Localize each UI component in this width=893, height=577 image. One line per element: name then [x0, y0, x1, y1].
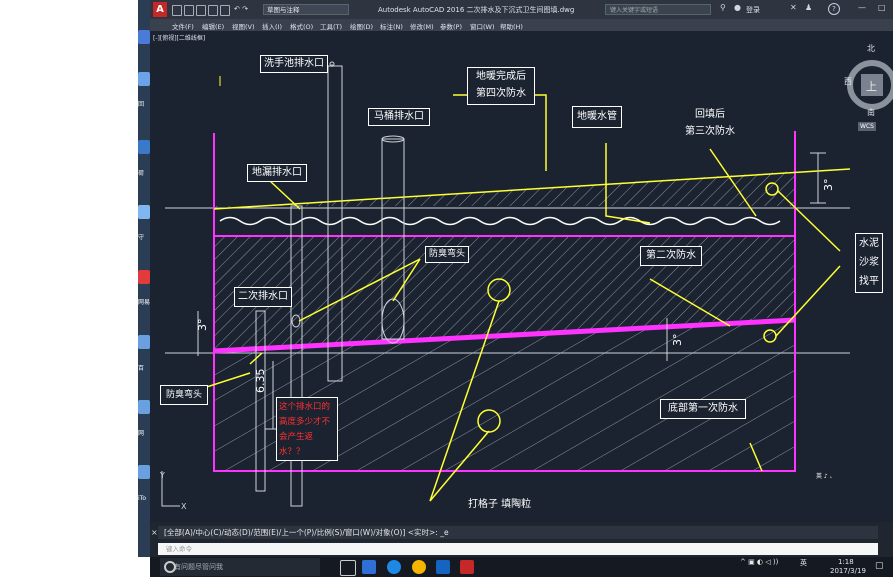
binoculars-icon[interactable]: ⚲ — [720, 3, 726, 12]
leader-fourth-waterproof — [453, 94, 547, 171]
label-basin-drain: 洗手池排水口 — [260, 55, 328, 73]
close-icon[interactable]: × — [151, 528, 158, 537]
ucs-y: Y — [159, 471, 165, 480]
ucs-x: X — [181, 502, 187, 511]
clock-date[interactable]: 2017/3/19 — [830, 567, 866, 575]
app-icon[interactable] — [362, 560, 376, 574]
minimize-button[interactable]: — — [858, 3, 866, 12]
maximize-button[interactable]: □ — [878, 3, 886, 12]
ime-status[interactable]: 英 ♪ 、 — [816, 471, 836, 480]
desktop-shortcut-icon[interactable] — [138, 335, 150, 349]
tray-icons[interactable]: ^ ▣ ◐ ◁ )) — [740, 558, 778, 566]
slope-label-left: 3° — [196, 318, 209, 332]
slope-label-top: 3° — [822, 178, 835, 192]
notification-icon[interactable]: ▢ — [875, 561, 884, 571]
menu-bar: 文件(F) 编辑(E) 视图(V) 插入(I) 格式(O) 工具(T) 绘图(D… — [150, 19, 893, 31]
viewcube-north: 北 — [867, 44, 875, 53]
question-note: 这个排水口的高度多少才不会产生返水？？ — [276, 397, 338, 461]
autocad-taskbar-icon[interactable] — [460, 560, 474, 574]
open-file-icon[interactable] — [184, 5, 194, 16]
title-bar: A ↶ ↷ 草图与注释 Autodesk AutoCAD 2016 二次排水及下… — [150, 0, 893, 19]
label-second-waterproof: 第二次防水 — [640, 246, 702, 266]
label-tile: 打格子 填陶粒 — [468, 499, 532, 510]
slope-label-mid: 3° — [671, 333, 684, 347]
menu-edit[interactable]: 编辑(E) — [202, 21, 224, 31]
windows-start-icon[interactable]: ⊞ — [138, 561, 146, 572]
desktop-shortcut-icon[interactable] — [138, 205, 150, 219]
clock-time[interactable]: 1:18 — [838, 558, 854, 566]
taskbar: ⊞ 有问题尽管问我 ^ ▣ ◐ ◁ )) 英 1:18 2017/3/19 ▢ — [138, 557, 893, 577]
label-third-waterproof: 回填后 第三次防水 — [680, 105, 740, 145]
command-panel: × [全部(A)/中心(C)/动态(D)/范围(E)/上一个(P)/比例(S)/… — [150, 522, 893, 557]
itools-icon[interactable] — [138, 465, 150, 479]
menu-draw[interactable]: 绘图(D) — [350, 21, 373, 31]
menu-tools[interactable]: 工具(T) — [320, 21, 342, 31]
help-button[interactable]: ? — [828, 3, 840, 15]
menu-dimension[interactable]: 标注(N) — [380, 21, 403, 31]
exchange-icon[interactable]: ✕ — [790, 3, 797, 12]
desktop-icon-strip: 回 荷 守 网易 百 网 iTo — [138, 0, 150, 557]
ie-icon[interactable] — [387, 560, 401, 574]
sign-in-button[interactable]: 登录 — [746, 5, 760, 15]
account-icon[interactable]: ♟ — [805, 3, 812, 12]
viewcube-top[interactable]: 上 — [866, 78, 877, 94]
task-view-icon[interactable] — [340, 560, 356, 576]
save-as-icon[interactable] — [208, 5, 218, 16]
menu-format[interactable]: 格式(O) — [290, 21, 313, 31]
menu-window[interactable]: 窗口(W) — [470, 21, 495, 31]
workspace-dropdown[interactable]: 草图与注释 — [263, 4, 349, 15]
menu-file[interactable]: 文件(F) — [172, 21, 194, 31]
wcs-menu[interactable]: WCS — [858, 122, 876, 131]
user-icon[interactable]: ● — [734, 3, 741, 12]
label-odor-bend-left: 防臭弯头 — [160, 385, 208, 405]
undo-icon[interactable]: ↶ ↷ — [234, 5, 248, 13]
label-floor-drain: 地漏排水口 — [247, 164, 307, 182]
search-input[interactable]: 键入关键字或短语 — [605, 4, 711, 15]
command-input[interactable]: 键入命令 — [158, 543, 878, 555]
viewport-controls[interactable]: [-][俯视][二维线框] — [153, 33, 205, 42]
label-odor-bend: 防臭弯头 — [425, 246, 469, 263]
cortana-icon[interactable] — [164, 561, 176, 573]
command-history: [全部(A)/中心(C)/动态(D)/范围(E)/上一个(P)/比例(S)/窗口… — [158, 526, 878, 539]
menu-insert[interactable]: 插入(I) — [262, 21, 282, 31]
label-toilet-drain: 马桶排水口 — [368, 108, 430, 126]
label-cement-mortar: 水泥沙浆找平 — [855, 233, 883, 293]
menu-help[interactable]: 帮助(H) — [500, 21, 523, 31]
label-floor-heating-pipe: 地暖水管 — [572, 106, 622, 128]
cortana-search[interactable]: 有问题尽管问我 — [160, 558, 320, 576]
autocad-logo-button[interactable]: A — [153, 2, 167, 17]
ime-indicator[interactable]: 英 — [800, 558, 807, 568]
label-bottom-waterproof: 底部第一次防水 — [660, 399, 746, 419]
netease-music-icon[interactable] — [138, 270, 150, 284]
menu-modify[interactable]: 修改(M) — [410, 21, 434, 31]
drawing-canvas[interactable]: Y X [-][俯视][二维线框] 北 西 上 南 WCS 洗手池排水口 地暖完… — [150, 31, 893, 522]
desktop-shortcut-icon[interactable] — [138, 400, 150, 414]
desktop-shortcut-icon[interactable] — [138, 30, 150, 44]
viewcube-west: 西 — [844, 77, 852, 86]
floor-heating-pipe-line — [219, 216, 781, 226]
print-icon[interactable] — [220, 5, 230, 16]
chrome-icon[interactable] — [412, 560, 426, 574]
menu-view[interactable]: 视图(V) — [232, 21, 255, 31]
label-fourth-waterproof: 地暖完成后 第四次防水 — [467, 67, 535, 105]
app-icon[interactable] — [436, 560, 450, 574]
menu-parameters[interactable]: 参数(P) — [440, 21, 462, 31]
desktop-shortcut-icon[interactable] — [138, 72, 150, 86]
dimension-text: 6.35 — [254, 368, 267, 394]
new-file-icon[interactable] — [172, 5, 182, 16]
save-icon[interactable] — [196, 5, 206, 16]
label-secondary-drain: 二次排水口 — [234, 287, 292, 307]
desktop-shortcut-icon[interactable] — [138, 140, 150, 154]
window-title: Autodesk AutoCAD 2016 二次排水及下沉式卫生间图填.dwg — [378, 6, 575, 14]
viewcube-south: 南 — [867, 108, 875, 117]
